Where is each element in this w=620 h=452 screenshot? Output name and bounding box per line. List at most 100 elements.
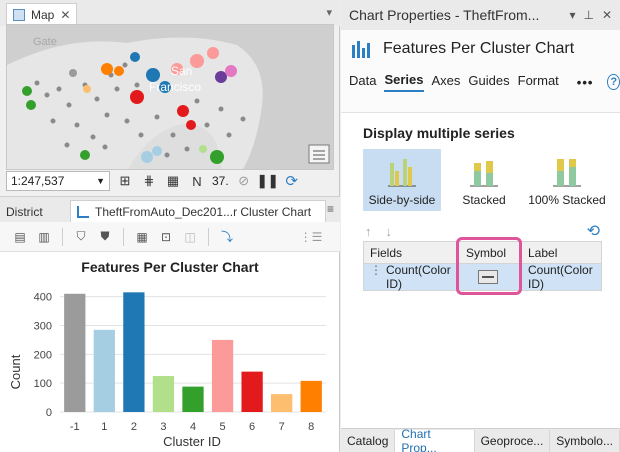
map-status-bar: 1:247,537 ▼ ⊞ ⋕ ▦ N 37. ⊘ ❚❚ ⟳: [6, 170, 334, 192]
properties-icon[interactable]: ▤: [10, 227, 30, 247]
chart-tab-label: TheftFromAuto_Dec201...r Cluster Chart: [95, 205, 312, 219]
scale-selector[interactable]: 1:247,537 ▼: [6, 171, 110, 191]
map-label-gate: Gate: [33, 36, 57, 48]
tab-format[interactable]: Format: [518, 73, 559, 91]
grid-icon[interactable]: ⋕: [140, 172, 158, 190]
close-icon[interactable]: ✕: [60, 8, 70, 22]
map-tab-label: Map: [31, 8, 55, 22]
tab-axes[interactable]: Axes: [432, 73, 461, 91]
bar-7[interactable]: [271, 394, 293, 412]
bar-chart: Features Per Cluster Chart 0 100 200 300 400…: [8, 259, 326, 449]
refresh-icon[interactable]: ⟳: [283, 172, 301, 190]
table-header-row: Fields Symbol Label: [364, 242, 601, 264]
move-up-icon[interactable]: ↑: [365, 224, 372, 239]
clear-selection-icon[interactable]: ◫: [180, 227, 200, 247]
table-icon[interactable]: ▦: [164, 172, 182, 190]
bar-4[interactable]: [182, 386, 204, 412]
map-pane: Map ✕ ▾ Gate San Francisco 1:247,537 ▼ ⊞…: [0, 0, 340, 196]
trend-icon[interactable]: ⤵: [217, 227, 237, 247]
x-tick-label: 1: [101, 421, 107, 433]
tab-guides[interactable]: Guides: [468, 73, 509, 91]
app-window: Map ✕ ▾ Gate San Francisco 1:247,537 ▼ ⊞…: [0, 0, 620, 452]
more-tabs-button[interactable]: •••: [577, 75, 594, 90]
bar-2[interactable]: [123, 292, 145, 412]
x-tick-label: 6: [249, 421, 255, 433]
y-tick-label: 400: [34, 292, 52, 304]
layers-icon[interactable]: ⊞: [116, 172, 134, 190]
chart-heading: Features Per Cluster Chart: [341, 30, 620, 68]
pin-icon[interactable]: ⊥: [583, 8, 593, 22]
tab-menu-icon[interactable]: ≡: [327, 202, 334, 216]
chart-tab-icon: [77, 206, 89, 218]
y-tick-label: 0: [46, 407, 52, 419]
x-tick-label: 2: [131, 421, 137, 433]
properties-tabs: Data Series Axes Guides Format ••• ?: [341, 68, 620, 96]
pause-icon[interactable]: ❚❚: [257, 172, 279, 190]
bar-8[interactable]: [300, 380, 322, 412]
bar--1[interactable]: [64, 293, 86, 412]
percent-stacked-icon: [553, 159, 581, 187]
map-svg: Gate San Francisco: [7, 25, 333, 169]
list-options-icon[interactable]: ⋮☰: [300, 227, 323, 247]
tab-symbology[interactable]: Symbolo...: [550, 429, 620, 452]
bar-1[interactable]: [93, 329, 115, 412]
tab-chart-properties[interactable]: Chart Prop...: [395, 427, 475, 452]
move-down-icon[interactable]: ↓: [386, 224, 393, 239]
status-value: 37.: [212, 174, 229, 188]
close-icon[interactable]: ✕: [602, 8, 612, 22]
chevron-down-icon[interactable]: ▾: [569, 8, 575, 22]
tab-chart[interactable]: TheftFromAuto_Dec201...r Cluster Chart: [70, 200, 326, 223]
tab-series[interactable]: Series: [384, 72, 424, 92]
percent-stacked-option[interactable]: 100% Stacked: [523, 149, 611, 211]
chart-toolbar: ▤ ▥ ⛉ ⛊ ▦ ⊡ ◫ ⤵ ⋮☰: [0, 222, 340, 252]
tab-data[interactable]: Data: [349, 73, 376, 91]
x-tick-label: -1: [70, 421, 80, 433]
symbol-swatch[interactable]: [478, 270, 498, 284]
x-tick-label: 7: [279, 421, 285, 433]
side-by-side-icon: [388, 159, 416, 187]
y-tick-label: 100: [34, 378, 52, 390]
snap-icon[interactable]: ⊘: [235, 172, 253, 190]
stacked-option[interactable]: Stacked: [445, 149, 523, 211]
collapse-icon[interactable]: ▾: [326, 6, 332, 19]
reset-icon[interactable]: ⟲: [587, 221, 600, 241]
x-tick-label: 4: [190, 421, 196, 433]
field-name: Count(Color ID): [386, 263, 451, 291]
map-tabstrip: Map ✕ ▾: [0, 0, 340, 26]
tab-catalog[interactable]: Catalog: [341, 429, 396, 452]
table-row[interactable]: ⋮ Count(Color ID) Count(Color ID): [364, 263, 601, 291]
option-label: Side-by-side: [368, 193, 436, 207]
map-canvas[interactable]: Gate San Francisco: [6, 24, 334, 170]
x-tick-label: 3: [160, 421, 166, 433]
tab-geoprocessing[interactable]: Geoproce...: [475, 429, 551, 452]
bar-5[interactable]: [211, 339, 234, 412]
bottom-tabstrip: Catalog Chart Prop... Geoproce... Symbol…: [341, 427, 620, 452]
help-icon[interactable]: ?: [607, 74, 620, 90]
option-label: Stacked: [462, 193, 506, 207]
tab-map[interactable]: Map ✕: [6, 3, 78, 26]
x-axis-ticks: -1 1 2 3 4 5 6 7 8: [70, 421, 314, 433]
export-icon[interactable]: ▥: [34, 227, 54, 247]
symbol-cell[interactable]: [460, 270, 524, 284]
basemap-icon[interactable]: [308, 144, 330, 164]
toolbar-divider: [208, 227, 209, 246]
label-cell[interactable]: Count(Color ID): [524, 263, 601, 291]
filter-selection-icon[interactable]: ⛊: [95, 227, 115, 247]
x-tick-label: 5: [219, 421, 225, 433]
y-tick-label: 200: [34, 349, 52, 361]
filter-extent-icon[interactable]: ⛉: [71, 227, 91, 247]
bar-3[interactable]: [152, 375, 175, 412]
field-cell: ⋮ Count(Color ID): [364, 263, 460, 291]
tab-district[interactable]: District: [0, 200, 49, 223]
reorder-controls: ↑ ↓: [365, 224, 392, 239]
drag-handle-icon[interactable]: ⋮: [370, 263, 382, 291]
y-axis-ticks: 0 100 200 300 400: [34, 292, 52, 419]
district-tab-label: District: [6, 204, 43, 219]
section-title: Display multiple series: [363, 125, 515, 141]
chart-properties-pane: Chart Properties - TheftFrom... ▾ ⊥ ✕ Fe…: [341, 0, 620, 452]
side-by-side-option[interactable]: Side-by-side: [363, 149, 441, 211]
table-icon[interactable]: ▦: [132, 227, 152, 247]
bar-6[interactable]: [241, 371, 263, 412]
north-arrow-icon[interactable]: N: [188, 172, 206, 190]
zoom-icon[interactable]: ⊡: [156, 227, 176, 247]
